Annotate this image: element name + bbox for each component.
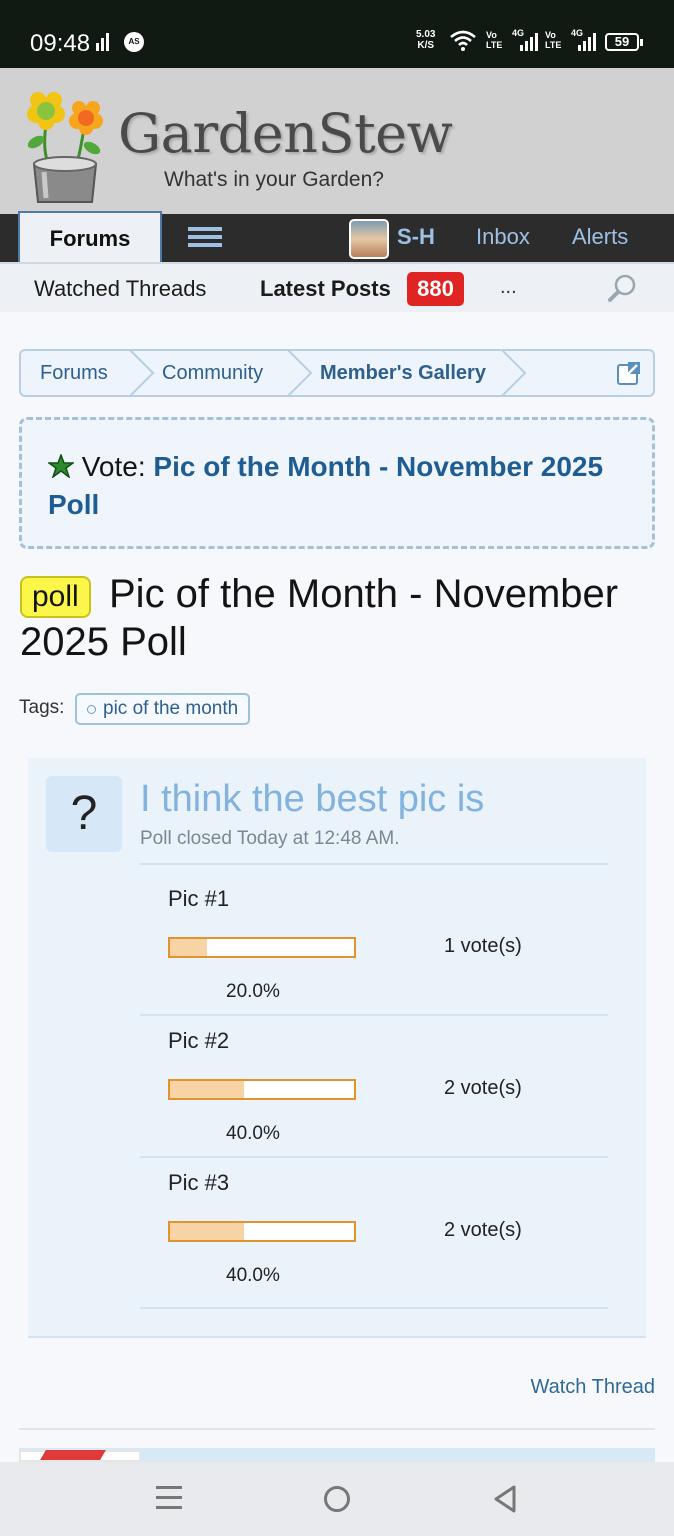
- mobile-signal-icon: [520, 33, 540, 51]
- network-speed: 5.03 K/S: [416, 29, 436, 51]
- breadcrumb-members-gallery[interactable]: Member's Gallery: [320, 351, 486, 395]
- option-percent: 40.0%: [226, 1265, 280, 1286]
- menu-icon[interactable]: [188, 227, 222, 249]
- option-label: Pic #1: [168, 886, 230, 911]
- signal-icon: [96, 33, 112, 51]
- site-tagline: What's in your Garden?: [164, 168, 384, 191]
- back-icon[interactable]: [492, 1484, 518, 1514]
- app-notification-icon: AS: [124, 32, 144, 52]
- option-label: Pic #3: [168, 1170, 230, 1195]
- divider: [140, 1307, 608, 1309]
- tags-label: Tags:: [19, 697, 65, 718]
- option-bar-fill: [170, 939, 207, 956]
- option-bar-fill: [170, 1223, 244, 1240]
- avatar[interactable]: [349, 219, 389, 259]
- breadcrumb-separator-icon: [287, 351, 313, 395]
- watch-thread-link[interactable]: Watch Thread: [530, 1376, 655, 1399]
- notice-text: Vote: Pic of the Month - November 2025 P…: [46, 448, 608, 524]
- home-icon[interactable]: [324, 1486, 350, 1512]
- nav-alerts-link[interactable]: Alerts: [572, 224, 628, 250]
- main-nav: Forums S-H Inbox Alerts: [0, 211, 674, 263]
- option-percent: 40.0%: [226, 1123, 280, 1144]
- option-bar: [168, 1079, 356, 1100]
- breadcrumb: Forums Community Member's Gallery: [19, 349, 655, 397]
- option-votes: 1 vote(s): [444, 935, 522, 957]
- site-logo-icon[interactable]: [20, 84, 110, 206]
- divider: [19, 1428, 655, 1430]
- option-percent: 20.0%: [226, 981, 280, 1002]
- tag-link[interactable]: pic of the month: [75, 693, 251, 725]
- option-label: Pic #2: [168, 1028, 230, 1053]
- poll-notice: Vote: Pic of the Month - November 2025 P…: [19, 417, 655, 549]
- site-header: GardenStew What's in your Garden?: [0, 68, 674, 214]
- mobile-signal-icon: [578, 33, 598, 51]
- nav-user-link[interactable]: S-H: [397, 224, 435, 250]
- watched-threads-link[interactable]: Watched Threads: [34, 276, 206, 302]
- sub-nav: Watched Threads Latest Posts 880 ...: [0, 262, 674, 312]
- divider: [140, 1156, 608, 1158]
- breadcrumb-community[interactable]: Community: [162, 351, 263, 395]
- poll-question: I think the best pic is: [140, 778, 485, 820]
- notice-prefix: Vote:: [81, 451, 146, 482]
- jump-menu-icon[interactable]: [617, 361, 641, 385]
- option-bar: [168, 1221, 356, 1242]
- latest-posts-count-badge[interactable]: 880: [407, 272, 464, 306]
- breadcrumb-separator-icon: [501, 351, 527, 395]
- poll-block: ? I think the best pic is Poll closed To…: [28, 758, 646, 1338]
- page-title: Pic of the Month - November 2025 Poll: [20, 572, 619, 664]
- tab-forums[interactable]: Forums: [18, 211, 162, 263]
- poll-status: Poll closed Today at 12:48 AM.: [140, 828, 400, 849]
- divider: [140, 1014, 608, 1016]
- option-votes: 2 vote(s): [444, 1077, 522, 1099]
- option-bar-fill: [170, 1081, 244, 1098]
- question-icon: ?: [46, 776, 122, 852]
- wifi-icon: [450, 30, 476, 51]
- poll-prefix-badge[interactable]: poll: [20, 576, 91, 618]
- star-icon: [46, 452, 76, 480]
- volte-indicator-2: Vo LTE: [545, 30, 562, 50]
- status-time: 09:48: [30, 30, 91, 57]
- option-bar: [168, 937, 356, 958]
- search-icon[interactable]: [606, 272, 638, 304]
- battery-icon: 59: [605, 33, 643, 51]
- latest-posts-link[interactable]: Latest Posts: [260, 276, 391, 302]
- status-bar: 09:48 AS 5.03 K/S Vo LTE 4G Vo LTE 4G 59: [0, 0, 674, 68]
- nav-inbox-link[interactable]: Inbox: [476, 224, 530, 250]
- site-title[interactable]: GardenStew: [118, 102, 453, 165]
- divider: [140, 863, 608, 865]
- volte-indicator-1: Vo LTE: [486, 30, 503, 50]
- option-votes: 2 vote(s): [444, 1219, 522, 1241]
- breadcrumb-separator-icon: [129, 351, 155, 395]
- avatar[interactable]: [19, 1450, 141, 1462]
- more-link[interactable]: ...: [500, 276, 517, 299]
- breadcrumb-forums[interactable]: Forums: [40, 351, 108, 395]
- recent-apps-icon[interactable]: [156, 1486, 182, 1510]
- system-nav-bar: [0, 1462, 674, 1536]
